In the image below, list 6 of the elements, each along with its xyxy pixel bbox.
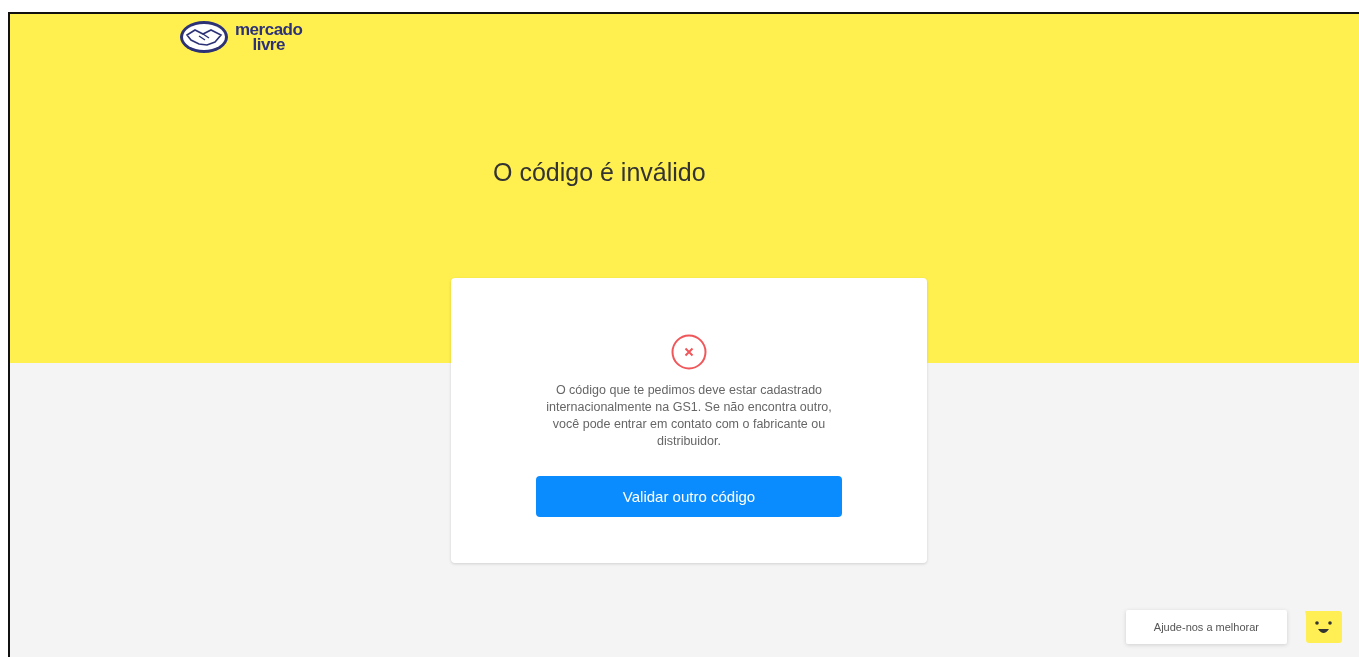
feedback-tooltip: Ajude-nos a melhorar [1125,610,1287,644]
smiley-icon[interactable] [1303,609,1343,645]
error-message: O código que te pedimos deve estar cadastrado internacionalmente na GS1. Se não encontra outro, você pode entrar em contato com o fabricante ou distribuidor. [545,382,833,450]
page-title: O código é inválido [493,158,707,187]
validate-button[interactable]: Validar outro código [536,476,842,517]
logo-wordmark: mercado livre [235,22,303,52]
